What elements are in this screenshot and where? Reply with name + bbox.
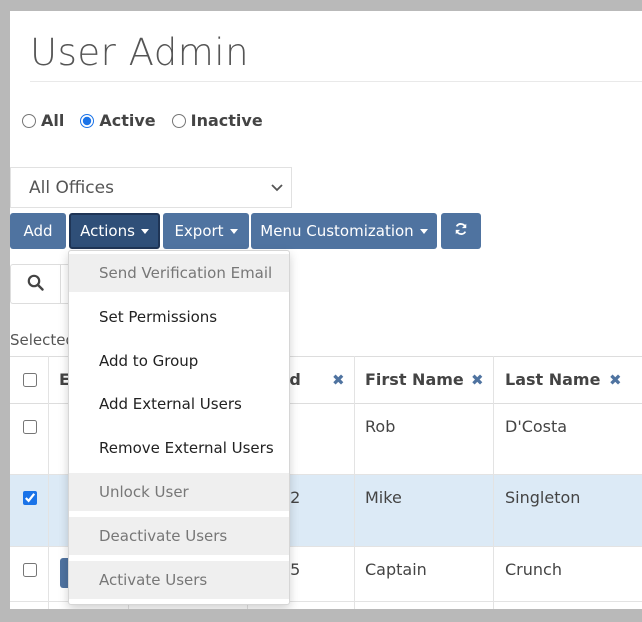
caret-down-icon (419, 228, 428, 234)
row-checkbox[interactable] (23, 563, 37, 577)
menu-item-add-external-users[interactable]: Add External Users (69, 385, 289, 423)
menu-item-send-verification-email[interactable]: Send Verification Email (69, 254, 289, 292)
column-divider (354, 356, 355, 609)
cell-first-name: Captain (365, 560, 427, 579)
menu-item-add-to-group[interactable]: Add to Group (69, 342, 289, 380)
cell-last-name: Crunch (505, 560, 562, 579)
office-select-value: All Offices (29, 177, 114, 198)
add-button-label: Add (23, 222, 53, 240)
refresh-icon (454, 222, 468, 240)
actions-button-label: Actions (80, 222, 135, 240)
export-button-label: Export (174, 222, 224, 240)
filter-inactive-radio[interactable] (171, 113, 186, 128)
menu-item-activate-users[interactable]: Activate Users (69, 561, 289, 599)
row-checkbox[interactable] (23, 420, 37, 434)
caret-down-icon (140, 228, 149, 234)
menu-item-deactivate-users[interactable]: Deactivate Users (69, 517, 289, 555)
selection-label: Selected (10, 331, 76, 349)
cell-last-name: D'Costa (505, 417, 568, 436)
page-title: User Admin (30, 31, 250, 74)
caret-down-icon (229, 228, 238, 234)
menu-item-unlock-user[interactable]: Unlock User (69, 473, 289, 511)
office-select[interactable]: All Offices (10, 167, 292, 208)
actions-dropdown-menu: Send Verification Email Set Permissions … (68, 250, 290, 605)
filter-all-label: All (41, 111, 65, 130)
status-filter: All Active Inactive (22, 111, 279, 130)
filter-active-label: Active (99, 111, 156, 130)
title-divider (30, 81, 642, 82)
add-button[interactable]: Add (10, 213, 66, 249)
user-admin-panel: User Admin All Active Inactive All Offic… (10, 11, 642, 609)
refresh-button[interactable] (441, 213, 481, 249)
menu-item-set-permissions[interactable]: Set Permissions (69, 298, 289, 336)
chevron-down-icon (271, 181, 283, 195)
filter-active-option[interactable]: Active (80, 111, 156, 130)
menu-customization-label: Menu Customization (260, 222, 414, 240)
actions-button[interactable]: Actions (69, 213, 160, 249)
filter-inactive-option[interactable]: Inactive (171, 111, 263, 130)
menu-item-remove-external-users[interactable]: Remove External Users (69, 429, 289, 467)
cell-last-name: Singleton (505, 488, 581, 507)
menu-customization-button[interactable]: Menu Customization (251, 213, 437, 249)
select-all-checkbox[interactable] (23, 373, 37, 387)
column-header-first-name: First Name (365, 370, 464, 389)
filter-all-radio[interactable] (22, 113, 36, 128)
filter-inactive-label: Inactive (190, 111, 263, 130)
remove-column-icon[interactable]: ✖ (332, 371, 345, 389)
cell-first-name: Mike (365, 488, 402, 507)
filter-active-radio[interactable] (80, 113, 95, 128)
filter-all-option[interactable]: All (22, 111, 64, 130)
cell-first-name: Rob (365, 417, 396, 436)
remove-column-icon[interactable]: ✖ (471, 371, 484, 389)
search-button[interactable] (10, 264, 60, 304)
remove-column-icon[interactable]: ✖ (609, 371, 622, 389)
search-icon (27, 274, 44, 295)
column-divider (48, 356, 49, 609)
export-button[interactable]: Export (163, 213, 249, 249)
column-divider (493, 356, 494, 609)
row-checkbox[interactable] (23, 491, 37, 505)
column-header-last-name: Last Name (505, 370, 601, 389)
